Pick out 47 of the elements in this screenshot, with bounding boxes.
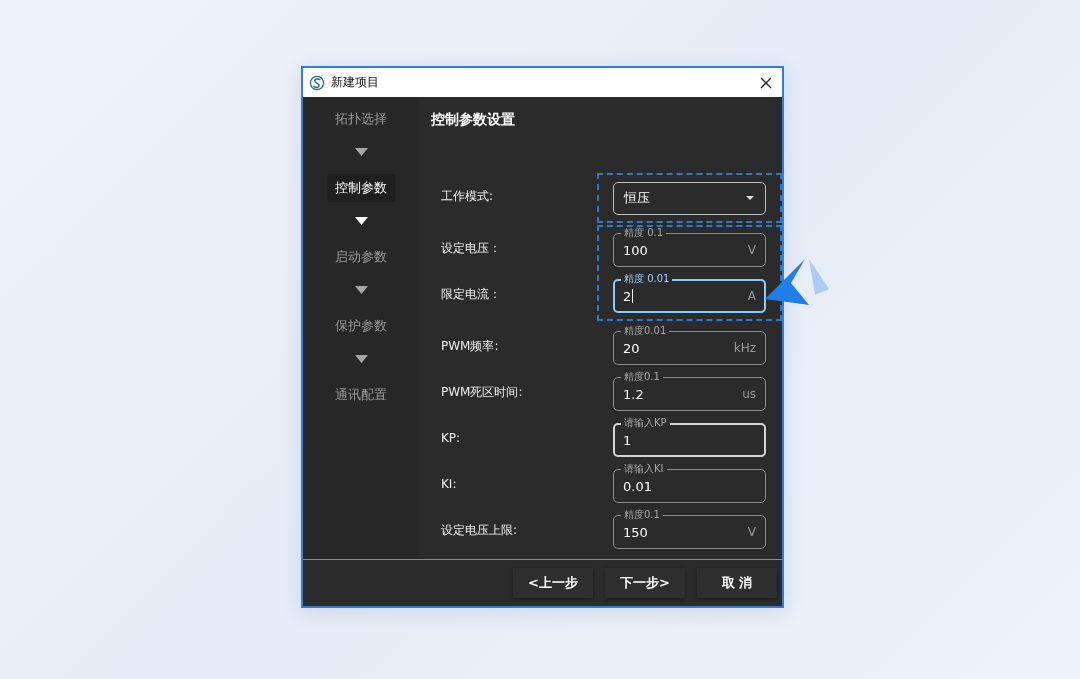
previous-step-button[interactable]: <上一步 xyxy=(513,568,593,598)
field-floating-label: 请输入KI xyxy=(621,463,667,475)
step-item[interactable]: 通讯配置 xyxy=(327,381,395,409)
next-step-button[interactable]: 下一步> xyxy=(605,568,685,598)
step-item[interactable]: 启动参数 xyxy=(327,243,395,271)
down-triangle-icon xyxy=(354,355,368,363)
field-floating-label: 精度0.1 xyxy=(621,371,663,383)
app-logo-icon xyxy=(309,74,325,91)
cancel-button[interactable]: 取 消 xyxy=(697,568,777,598)
unit-label: V xyxy=(747,243,756,257)
field-label: 设定电压上限: xyxy=(441,521,518,539)
number-input-field[interactable]: 精度0.1 150 V xyxy=(613,509,766,549)
step-item[interactable]: 保护参数 xyxy=(327,312,395,340)
number-input-field[interactable]: 请输入KI 0.01 xyxy=(613,463,766,503)
dropdown-caret-icon xyxy=(745,195,755,201)
mode-dropdown[interactable]: 恒压 xyxy=(613,181,766,215)
close-icon[interactable] xyxy=(760,76,772,89)
field-floating-label: 精度 0.01 xyxy=(621,273,673,285)
field-label: 工作模式: xyxy=(441,187,494,205)
field-label: KP: xyxy=(441,431,461,445)
step-item[interactable]: 拓扑选择 xyxy=(327,105,395,133)
down-triangle-icon xyxy=(354,286,368,294)
number-input-field[interactable]: 精度 0.01 2 A xyxy=(613,273,766,313)
field-label: 限定电流： xyxy=(441,285,501,303)
field-label: 设定电压： xyxy=(441,239,501,257)
field-floating-label: 精度0.01 xyxy=(621,325,670,337)
step-item[interactable]: 控制参数 xyxy=(327,174,395,202)
down-triangle-icon xyxy=(354,217,368,225)
field-label: PWM死区时间: xyxy=(441,383,523,401)
number-input-field[interactable]: 请输入KP 1 xyxy=(613,417,766,457)
pointer-arrow-icon xyxy=(765,259,829,305)
window-title: 新建项目 xyxy=(331,74,380,91)
field-label: KI: xyxy=(441,477,457,491)
field-floating-label: 请输入KP xyxy=(621,417,670,429)
field-label: PWM频率: xyxy=(441,337,499,355)
section-title: 控制参数设置 xyxy=(431,111,515,129)
field-floating-label: 精度 0.1 xyxy=(621,227,667,239)
number-input-field[interactable]: 精度0.1 1.2 us xyxy=(613,371,766,411)
text-caret xyxy=(632,289,634,303)
down-triangle-icon xyxy=(354,148,368,156)
unit-label: us xyxy=(742,387,756,401)
field-floating-label: 精度0.1 xyxy=(621,509,663,521)
unit-label: kHz xyxy=(733,341,756,355)
number-input-field[interactable]: 精度0.01 20 kHz xyxy=(613,325,766,365)
unit-label: V xyxy=(747,525,756,539)
unit-label: A xyxy=(747,289,756,303)
number-input-field[interactable]: 精度 0.1 100 V xyxy=(613,227,766,267)
